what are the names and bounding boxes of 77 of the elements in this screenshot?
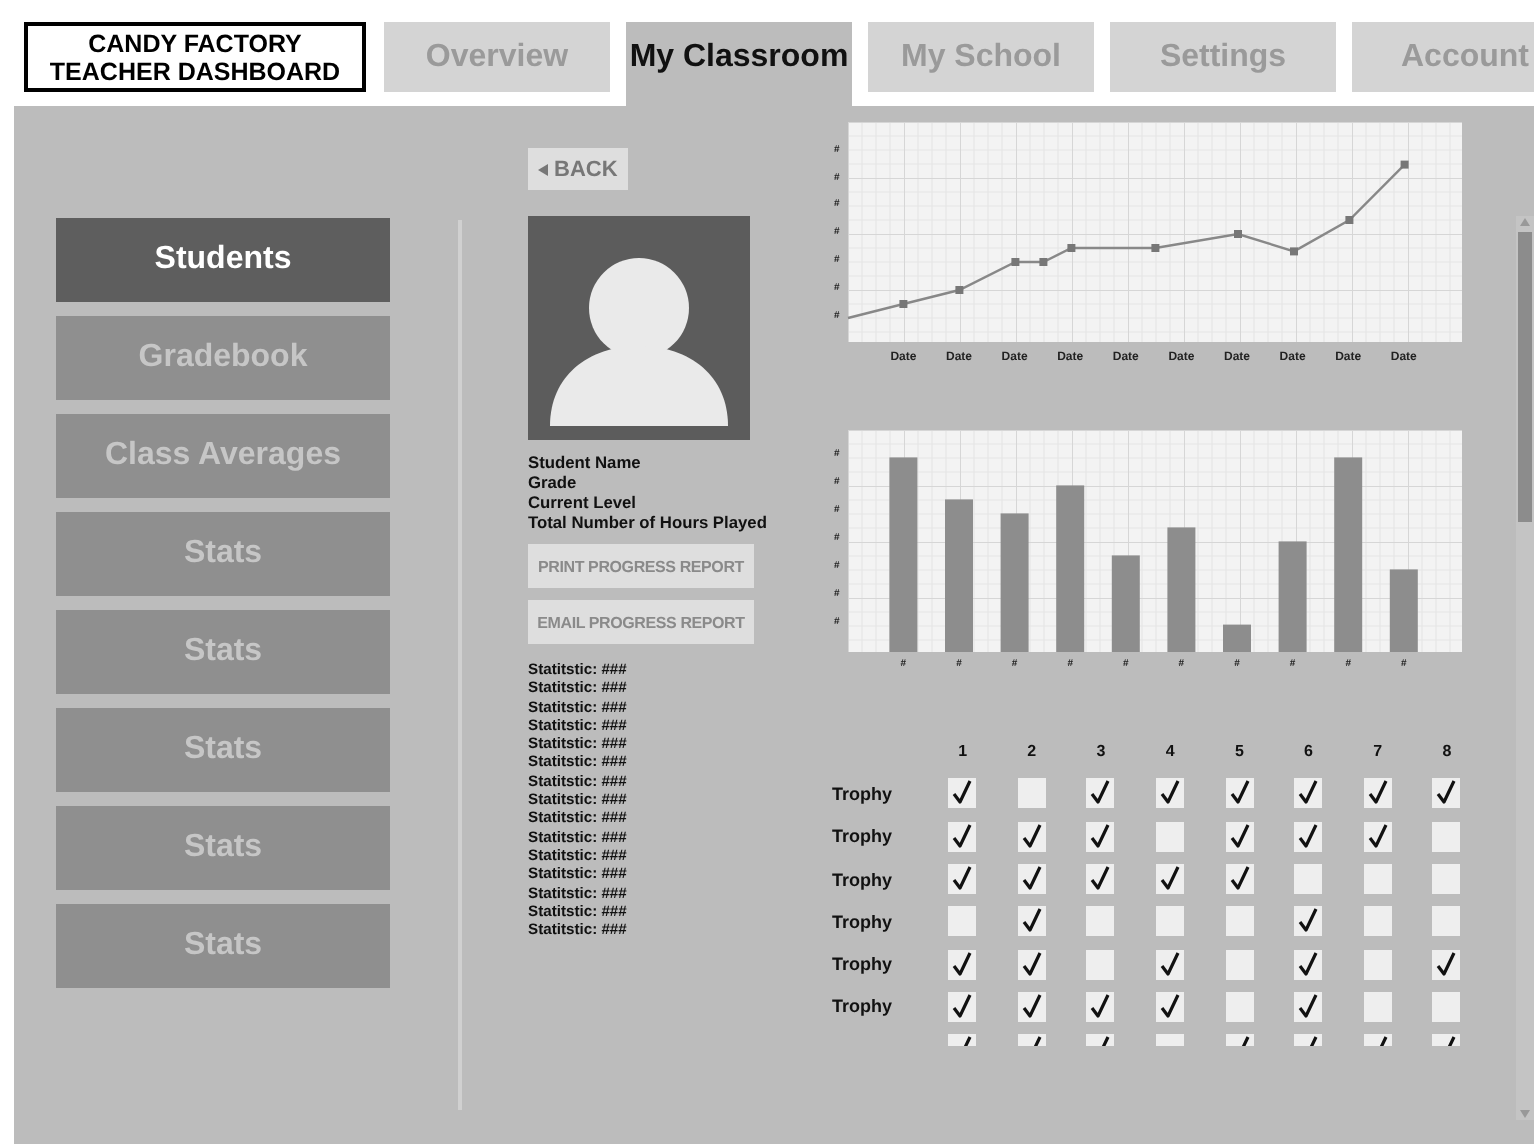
column-header: 4 [1165, 742, 1175, 761]
row-label: Trophy [832, 783, 895, 804]
data-point [899, 300, 908, 308]
checkbox[interactable] [948, 991, 977, 1022]
checkbox[interactable] [1294, 906, 1323, 937]
report-button[interactable]: PRINT PROGRESS REPORT [528, 544, 754, 588]
student-info-label: Total Number of Hours Played [528, 512, 767, 532]
checkbox[interactable] [1156, 949, 1185, 980]
sidebar-item[interactable]: Students [56, 218, 390, 302]
nav-tab[interactable]: My School [868, 22, 1094, 92]
row-label: Trophy [832, 869, 895, 890]
column-header: 7 [1373, 742, 1383, 761]
data-point [1039, 258, 1048, 266]
bar [1278, 541, 1307, 652]
data-point [955, 286, 964, 294]
checkbox[interactable] [948, 821, 977, 852]
checkbox[interactable] [1156, 864, 1185, 895]
checkbox[interactable] [1294, 949, 1323, 980]
checkbox[interactable] [1225, 778, 1254, 809]
row-label: Trophy [832, 911, 895, 932]
checkbox[interactable] [1017, 949, 1046, 980]
column-header: 8 [1442, 742, 1452, 761]
bar [1111, 555, 1140, 652]
checkbox[interactable] [1432, 778, 1461, 809]
data-point [1234, 230, 1242, 238]
checkbox[interactable] [1363, 821, 1392, 852]
checkbox[interactable] [1156, 778, 1185, 809]
report-button[interactable]: EMAIL PROGRESS REPORT [528, 600, 754, 644]
data-point [1400, 160, 1409, 169]
bar [1167, 527, 1196, 652]
data-point [1345, 216, 1354, 224]
nav-tab[interactable]: Settings [1110, 22, 1336, 92]
nav-tab[interactable]: My Classroom [626, 22, 852, 106]
back-button[interactable]: BACK [528, 148, 628, 190]
caret-icon [538, 163, 548, 175]
row-label: Trophy [832, 826, 895, 847]
checkbox[interactable] [1363, 778, 1392, 809]
checkbox[interactable] [1086, 864, 1115, 895]
student-info-label: Grade [528, 472, 579, 492]
checkbox[interactable] [1017, 864, 1046, 895]
checkbox[interactable] [948, 778, 977, 809]
nav-tab[interactable]: Overview [384, 22, 610, 92]
checkbox[interactable] [1086, 778, 1115, 809]
checkbox[interactable] [1017, 991, 1046, 1022]
data-point [1290, 247, 1298, 256]
checkbox[interactable] [1086, 991, 1115, 1022]
checkbox[interactable] [1294, 991, 1323, 1022]
checkbox[interactable] [1432, 949, 1461, 980]
checkbox[interactable] [1086, 821, 1115, 852]
bar [1000, 513, 1029, 652]
column-header: 3 [1096, 742, 1106, 761]
column-header: 2 [1027, 742, 1037, 761]
checkbox[interactable] [948, 864, 977, 895]
column-header: 6 [1304, 742, 1313, 761]
scrollbar[interactable] [1516, 216, 1534, 1120]
avatar-placeholder-icon [528, 216, 750, 440]
column-header: 5 [1234, 742, 1244, 761]
data-point [1151, 244, 1160, 252]
row-label: Trophy [832, 996, 895, 1017]
app-logo: CANDY FACTORY TEACHER DASHBOARD [24, 22, 366, 92]
checkbox[interactable] [1225, 821, 1254, 852]
data-point [1067, 244, 1076, 252]
nav-tab[interactable]: Account [1352, 22, 1534, 92]
bar [1389, 569, 1418, 652]
checkbox[interactable] [1294, 778, 1323, 809]
checkbox[interactable] [1156, 991, 1185, 1022]
checkbox[interactable] [1017, 906, 1046, 937]
data-point [1011, 258, 1020, 266]
column-header: 1 [958, 742, 968, 761]
bar [1223, 624, 1251, 652]
student-info-label: Current Level [528, 492, 638, 512]
checkbox[interactable] [1294, 821, 1323, 852]
checkbox[interactable] [948, 949, 977, 980]
row-label: Trophy [832, 954, 895, 975]
checkbox[interactable] [1017, 821, 1046, 852]
student-info-label: Student Name [528, 452, 643, 472]
checkbox[interactable] [1225, 864, 1254, 895]
